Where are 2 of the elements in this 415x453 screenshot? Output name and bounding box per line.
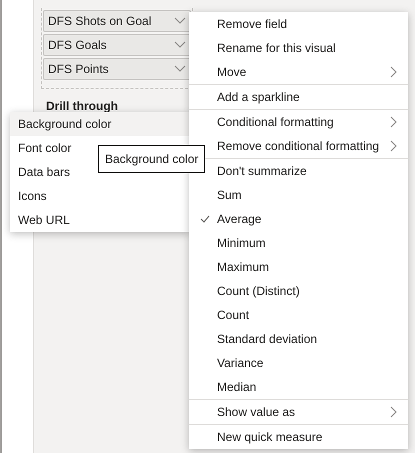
tooltip: Background color	[98, 145, 206, 173]
section-heading: Drill through	[46, 98, 118, 115]
